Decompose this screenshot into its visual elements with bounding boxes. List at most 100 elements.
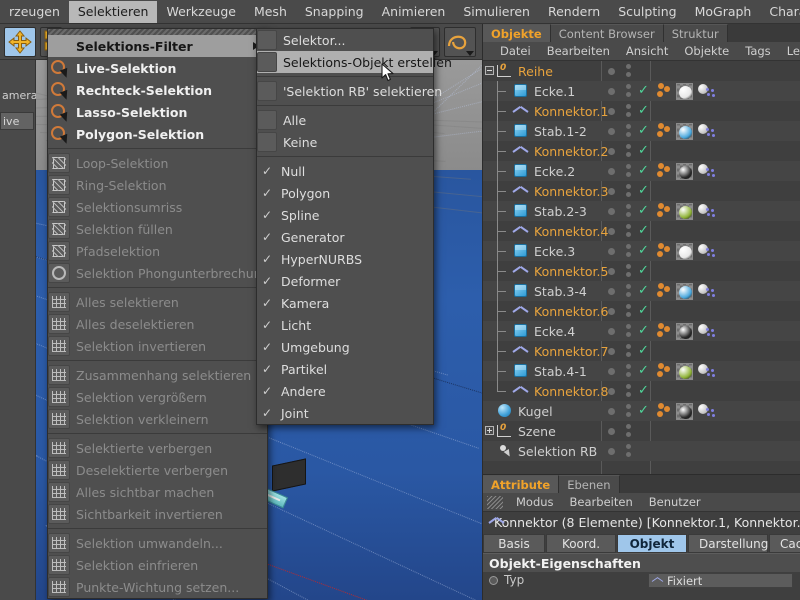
object-row[interactable]: Konnektor.7 ✓ [483, 341, 800, 361]
visibility-dots[interactable] [604, 421, 650, 441]
object-row[interactable]: 0 Reihe [483, 61, 800, 81]
object-row[interactable]: Konnektor.8 ✓ [483, 381, 800, 401]
layer-dot-icon[interactable] [608, 428, 615, 435]
tag-dots-icon[interactable] [656, 363, 672, 379]
move-tool-button[interactable] [4, 27, 36, 57]
filter-menu-item-kamera[interactable]: ✓ Kamera [257, 292, 433, 314]
render-visibility-dot-icon[interactable] [626, 452, 631, 457]
layer-dot-icon[interactable] [608, 168, 615, 175]
object-name[interactable]: Konnektor.2 [534, 144, 608, 159]
material-tag-icon[interactable] [676, 283, 693, 300]
material-tag-icon[interactable] [676, 83, 693, 100]
material-tag-icon[interactable] [676, 203, 693, 220]
object-name[interactable]: Ecke.3 [534, 244, 575, 259]
tag-dots-icon[interactable] [656, 323, 672, 339]
tab-attribute[interactable]: Attribute [483, 475, 560, 493]
menu-item-rechteck-selektion[interactable]: Rechteck-Selektion [48, 79, 267, 102]
enabled-check-icon[interactable]: ✓ [638, 184, 649, 197]
menu-item-selektions-filter[interactable]: Selektions-Filter [48, 35, 267, 57]
filter-menu-item-joint[interactable]: ✓ Joint [257, 402, 433, 424]
tag-dots-icon[interactable] [656, 283, 672, 299]
filter-menu-item-umgebung[interactable]: ✓ Umgebung [257, 336, 433, 358]
render-visibility-dot-icon[interactable] [626, 252, 631, 257]
menubar-item-selektieren[interactable]: Selektieren [68, 0, 158, 23]
tag-dots-icon[interactable] [656, 403, 672, 419]
render-visibility-dot-icon[interactable] [626, 272, 631, 277]
layer-dot-icon[interactable] [608, 128, 615, 135]
editor-visibility-dot-icon[interactable] [626, 324, 631, 329]
render-visibility-dot-icon[interactable] [626, 192, 631, 197]
object-row[interactable]: Stab.2-3 ✓ [483, 201, 800, 221]
phong-tag-icon[interactable] [698, 244, 715, 258]
object-name[interactable]: Konnektor.8 [534, 384, 608, 399]
visibility-dots[interactable]: ✓ [604, 261, 650, 281]
visibility-dots[interactable]: ✓ [604, 201, 650, 221]
menu-item-polygon-selektion[interactable]: Polygon-Selektion [48, 123, 267, 146]
phong-tag-icon[interactable] [698, 324, 715, 338]
attribute-manager-tearoff-icon[interactable] [487, 495, 503, 509]
menubar-item-charakter[interactable]: Charakter [760, 1, 800, 23]
tag-dots-icon[interactable] [656, 123, 672, 139]
filter-menu-item-alle[interactable]: Alle [257, 109, 433, 131]
object-row[interactable]: Konnektor.3 ✓ [483, 181, 800, 201]
render-visibility-dot-icon[interactable] [626, 112, 631, 117]
editor-visibility-dot-icon[interactable] [626, 344, 631, 349]
visibility-dots[interactable]: ✓ [604, 121, 650, 141]
filter-menu-item-selektor[interactable]: Selektor... [257, 29, 433, 51]
layer-dot-icon[interactable] [608, 448, 615, 455]
object-row[interactable]: Konnektor.5 ✓ [483, 261, 800, 281]
phong-tag-icon[interactable] [698, 204, 715, 218]
object-row[interactable]: Kugel ✓ [483, 401, 800, 421]
visibility-dots[interactable]: ✓ [604, 401, 650, 421]
editor-visibility-dot-icon[interactable] [626, 284, 631, 289]
filter-menu-item-partikel[interactable]: ✓ Partikel [257, 358, 433, 380]
menubar-item-mesh[interactable]: Mesh [245, 1, 296, 23]
editor-visibility-dot-icon[interactable] [626, 144, 631, 149]
menu-item-lasso-selektion[interactable]: Lasso-Selektion [48, 101, 267, 124]
object-row[interactable]: Konnektor.4 ✓ [483, 221, 800, 241]
enabled-check-icon[interactable]: ✓ [638, 164, 649, 177]
visibility-dots[interactable]: ✓ [604, 161, 650, 181]
object-name[interactable]: Ecke.4 [534, 324, 575, 339]
layer-dot-icon[interactable] [608, 108, 615, 115]
attribute-subtab-darstellung[interactable]: Darstellung [688, 534, 768, 553]
material-tag-icon[interactable] [676, 243, 693, 260]
material-tag-icon[interactable] [676, 403, 693, 420]
object-row[interactable]: Ecke.4 ✓ [483, 321, 800, 341]
enabled-check-icon[interactable]: ✓ [638, 244, 649, 257]
selection-filter-submenu-popup[interactable]: Selektor... Selektions-Objekt erstellen 'S… [256, 28, 452, 425]
selection-menu-popup[interactable]: Selektions-Filter Live-Selektion Rechteck-… [47, 28, 270, 599]
tab-struktur[interactable]: Struktur [663, 24, 728, 42]
layer-dot-icon[interactable] [608, 368, 615, 375]
phong-tag-icon[interactable] [698, 164, 715, 178]
object-name[interactable]: Konnektor.3 [534, 184, 608, 199]
enabled-check-icon[interactable]: ✓ [638, 284, 649, 297]
object-name[interactable]: Stab.1-2 [534, 124, 587, 139]
layer-dot-icon[interactable] [608, 88, 615, 95]
attribute-subtab-koord[interactable]: Koord. [546, 534, 616, 553]
visibility-dots[interactable]: ✓ [604, 101, 650, 121]
visibility-dots[interactable]: ✓ [604, 341, 650, 361]
am-menu-modus[interactable]: Modus [508, 495, 562, 509]
tag-dots-icon[interactable] [656, 163, 672, 179]
visibility-dots[interactable]: ✓ [604, 321, 650, 341]
object-name[interactable]: Ecke.2 [534, 164, 575, 179]
editor-visibility-dot-icon[interactable] [626, 164, 631, 169]
visibility-dots[interactable]: ✓ [604, 241, 650, 261]
spline-dropdown-arrow-icon[interactable] [466, 51, 474, 56]
editor-visibility-dot-icon[interactable] [626, 364, 631, 369]
filter-menu-item-spline[interactable]: ✓ Spline [257, 204, 433, 226]
material-tag-icon[interactable] [676, 123, 693, 140]
phong-tag-icon[interactable] [698, 364, 715, 378]
render-visibility-dot-icon[interactable] [626, 312, 631, 317]
render-visibility-dot-icon[interactable] [626, 132, 631, 137]
material-tag-icon[interactable] [676, 323, 693, 340]
phong-tag-icon[interactable] [698, 404, 715, 418]
editor-visibility-dot-icon[interactable] [626, 244, 631, 249]
object-name[interactable]: Kugel [518, 404, 553, 419]
enabled-check-icon[interactable]: ✓ [638, 144, 649, 157]
layer-dot-icon[interactable] [608, 348, 615, 355]
visibility-dots[interactable]: ✓ [604, 181, 650, 201]
editor-visibility-dot-icon[interactable] [626, 84, 631, 89]
object-name[interactable]: Konnektor.7 [534, 344, 608, 359]
